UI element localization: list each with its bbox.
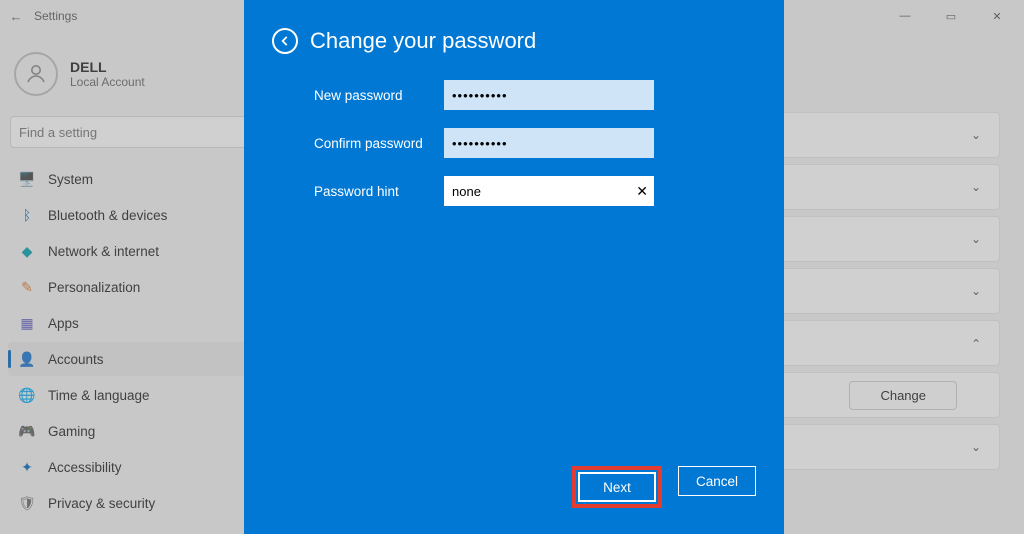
- next-button[interactable]: Next: [578, 472, 656, 502]
- dialog-back-button[interactable]: [272, 28, 298, 54]
- new-password-input[interactable]: [444, 80, 654, 110]
- dialog-title: Change your password: [310, 28, 536, 54]
- next-button-highlight: Next: [572, 466, 662, 508]
- confirm-password-label: Confirm password: [314, 136, 444, 151]
- password-hint-input[interactable]: [444, 176, 654, 206]
- clear-hint-icon[interactable]: ✕: [636, 176, 648, 206]
- new-password-label: New password: [314, 88, 444, 103]
- settings-window: ← Settings — ▭ ✕ DELL Local Account: [0, 0, 1024, 534]
- change-password-dialog: Change your password New password Confir…: [244, 0, 784, 534]
- cancel-button[interactable]: Cancel: [678, 466, 756, 496]
- confirm-password-input[interactable]: [444, 128, 654, 158]
- password-hint-label: Password hint: [314, 184, 444, 199]
